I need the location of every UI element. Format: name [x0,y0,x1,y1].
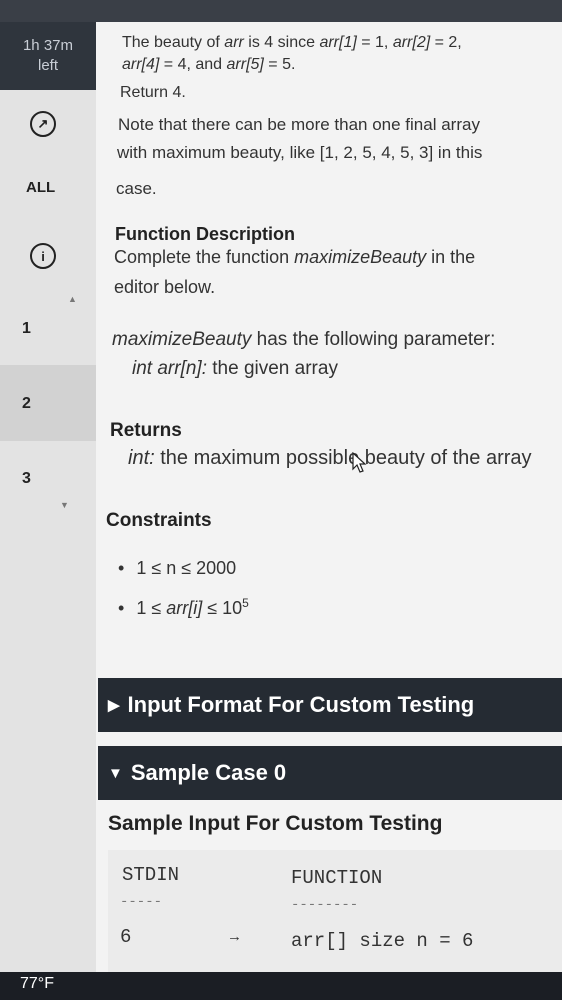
note-line1: Note that there can be more than one fin… [118,115,480,134]
arrow-icon: → [230,929,240,946]
function-description-line2: editor below. [114,277,216,297]
function-header: FUNCTION [291,867,383,889]
scroll-up-icon[interactable]: ▲ [68,294,77,304]
beauty-explanation-line1: The beauty of arr is 4 since arr[1] = 1,… [122,34,462,51]
returns-detail: int: the maximum possible beauty of the … [128,447,532,469]
question-2-link[interactable]: 2 [22,395,31,413]
input-format-section-toggle[interactable]: ▶ Input Format For Custom Testing [98,678,562,732]
sample-case-label: Sample Case 0 [130,760,287,785]
beauty-explanation-line2: arr[4] = 4, and arr[5] = 5. [122,56,296,73]
sidebar [0,22,96,972]
collapse-triangle-icon: ▼ [108,764,123,782]
weather-widget[interactable]: 77°F [20,975,54,993]
time-remaining-label: left [37,57,58,74]
info-icon[interactable]: i [30,243,56,269]
function-description-heading: Function Description [115,224,295,244]
constraint-1: • 1 ≤ n ≤ 2000 [118,558,237,578]
note-line2: with maximum beauty, like [1, 2, 5, 4, 5… [117,143,483,162]
note-line3: case. [116,179,157,198]
function-value: arr[] size n = 6 [291,930,474,952]
sample-input-heading: Sample Input For Custom Testing [108,812,443,835]
expand-triangle-icon: ▶ [108,697,120,714]
browser-top-strip [0,0,562,22]
parameter-detail: int arr[n]: the given array [132,358,338,379]
question-1-link[interactable]: 1 [22,320,31,338]
stdin-value: 6 [120,926,132,948]
mouse-cursor-icon [352,452,367,473]
input-format-label: Input Format For Custom Testing [127,692,475,717]
question-3-link[interactable]: 3 [22,470,31,488]
returns-heading: Returns [110,420,182,441]
time-remaining-value: 1h 37m [22,37,74,54]
scroll-down-icon[interactable]: ▼ [60,500,69,510]
stdin-rule: ----- [120,894,163,910]
time-remaining: 1h 37m left [0,22,96,90]
return-text: Return 4. [120,84,186,101]
question-2-highlight [0,365,96,441]
parameter-description: maximizeBeauty has the following paramet… [112,329,496,350]
function-description-line1: Complete the function maximizeBeauty in … [114,247,476,267]
sample-case-0-toggle[interactable]: ▼ Sample Case 0 [98,746,562,800]
all-questions-link[interactable]: ALL [26,179,55,196]
function-rule: -------- [291,897,359,913]
os-taskbar [0,972,562,1000]
compass-icon[interactable]: ↗ [30,111,56,137]
stdin-header: STDIN [122,864,180,886]
constraints-heading: Constraints [106,510,212,531]
constraint-2: • 1 ≤ arr[i] ≤ 105 [118,596,249,618]
